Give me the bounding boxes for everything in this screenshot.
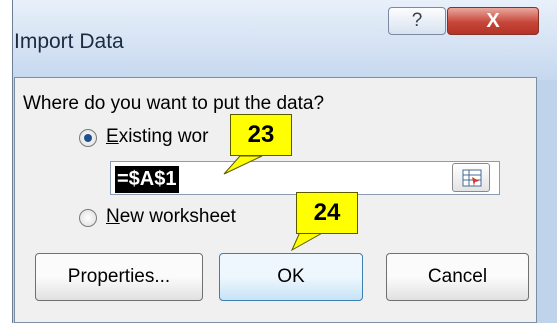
range-select-icon [462, 169, 482, 187]
new-worksheet-radio[interactable] [79, 209, 97, 227]
new-worksheet-label[interactable]: New worksheet [106, 206, 236, 228]
close-button[interactable]: X [447, 7, 539, 35]
question-mark-icon: ? [411, 10, 423, 31]
callout-23: 23 [230, 114, 292, 156]
callout-24: 24 [296, 192, 358, 234]
existing-worksheet-label[interactable]: Existing wor [106, 126, 208, 148]
properties-button[interactable]: Properties... [35, 253, 203, 301]
cell-reference-input[interactable]: =$A$1 [110, 161, 500, 195]
help-button[interactable]: ? [388, 7, 446, 35]
range-select-button[interactable] [452, 163, 490, 192]
close-icon: X [486, 9, 500, 32]
ok-button[interactable]: OK [219, 253, 363, 301]
cell-reference-value: =$A$1 [115, 166, 179, 193]
dialog-title: Import Data [14, 30, 124, 53]
existing-worksheet-radio[interactable] [79, 129, 97, 147]
cancel-button[interactable]: Cancel [386, 253, 529, 301]
